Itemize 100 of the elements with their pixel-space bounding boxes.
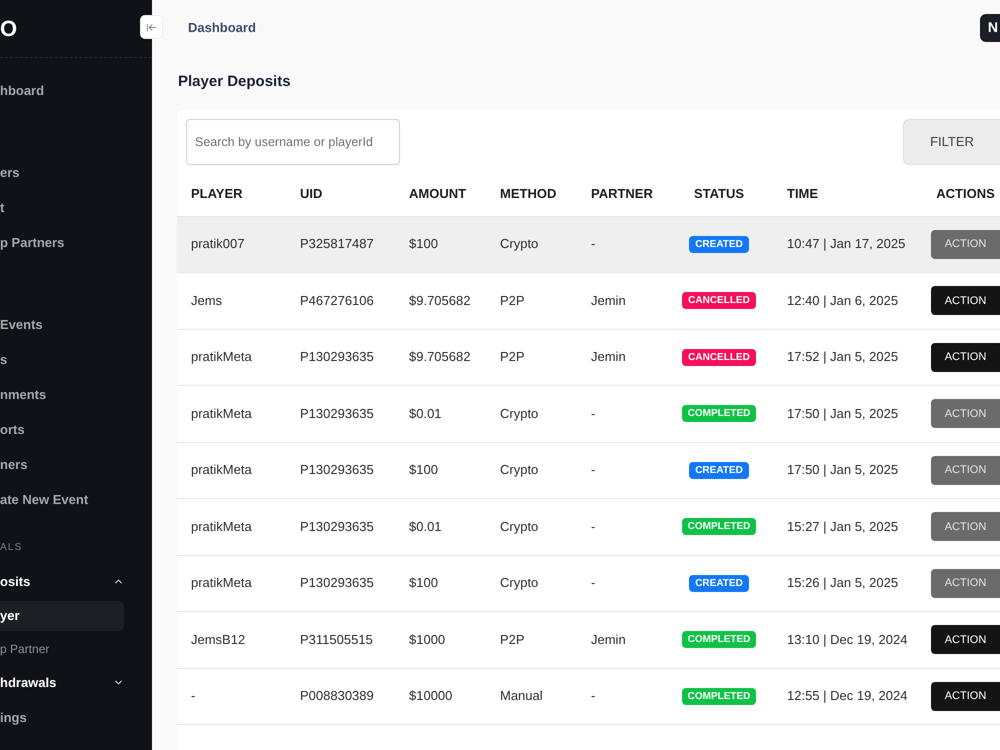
- amount-cell: $0.01: [409, 518, 442, 534]
- method-cell: Crypto: [500, 236, 538, 252]
- method-cell: Crypto: [500, 518, 538, 534]
- partner-cell: Jemin: [591, 632, 626, 647]
- method-cell: P2P: [500, 292, 525, 308]
- filter-button[interactable]: FILTER: [903, 118, 1000, 164]
- method-cell: Crypto: [500, 406, 538, 421]
- column-header: TIME: [787, 186, 818, 201]
- sidebar-link[interactable]: p Partners: [0, 225, 152, 260]
- time-cell: 17:50 | Jan 5, 2025: [787, 462, 898, 478]
- uid-cell: P467276106: [300, 292, 374, 308]
- column-header: STATUS: [694, 185, 744, 204]
- status-badge: CANCELLED: [682, 292, 756, 310]
- uid-cell: P130293635: [300, 518, 374, 534]
- method-cell: P2P: [500, 632, 525, 647]
- sidebar-subitem[interactable]: p Partner: [0, 634, 124, 664]
- action-button[interactable]: ACTION: [931, 682, 1000, 711]
- sidebar-group-label[interactable]: hdrawals: [0, 672, 56, 692]
- amount-cell: $100: [409, 575, 438, 590]
- sidebar-link[interactable]: nments: [0, 377, 152, 412]
- partner-cell: Jemin: [591, 349, 626, 364]
- breadcrumb-link[interactable]: Dashboard: [188, 18, 256, 38]
- amount-cell: $10000: [409, 688, 452, 704]
- player-cell: pratikMeta: [191, 462, 252, 478]
- time-cell: 15:27 | Jan 5, 2025: [787, 518, 898, 534]
- page-title: Player Deposits: [177, 72, 292, 92]
- uid-cell: P130293635: [300, 462, 374, 478]
- method-cell: Manual: [500, 688, 543, 704]
- uid-cell: P325817487: [300, 236, 374, 252]
- uid-cell: P130293635: [300, 575, 374, 590]
- partner-cell: -: [591, 518, 596, 534]
- column-header: PARTNER: [591, 186, 653, 201]
- sidebar-link[interactable]: ers: [0, 155, 152, 190]
- uid-cell: P311505515: [300, 632, 373, 647]
- time-cell: 13:10 | Dec 19, 2024: [787, 632, 908, 647]
- player-cell: JemsB12: [191, 632, 246, 647]
- method-cell: P2P: [500, 349, 525, 364]
- action-button[interactable]: ACTION: [931, 625, 1000, 654]
- sidebar-link[interactable]: Events: [0, 307, 152, 342]
- sidebar-section-heading: ALS: [0, 541, 23, 555]
- amount-cell: $9.705682: [409, 349, 470, 364]
- player-cell: -: [191, 688, 196, 704]
- sidebar-link[interactable]: t: [0, 190, 152, 225]
- status-badge: COMPLETED: [682, 631, 756, 648]
- player-cell: pratikMeta: [191, 518, 252, 534]
- method-cell: Crypto: [500, 575, 538, 590]
- amount-cell: $100: [409, 462, 438, 478]
- sidebar-subitem[interactable]: yer: [0, 600, 124, 630]
- status-badge: COMPLETED: [682, 405, 756, 422]
- collapse-sidebar-button[interactable]: [140, 15, 163, 39]
- header-button[interactable]: N: [980, 14, 1000, 42]
- time-cell: 17:52 | Jan 5, 2025: [787, 349, 898, 364]
- time-cell: 12:40 | Jan 6, 2025: [787, 292, 898, 308]
- partner-cell: -: [591, 688, 596, 704]
- player-cell: pratikMeta: [191, 349, 252, 364]
- player-cell: pratik007: [191, 236, 244, 252]
- partner-cell: -: [591, 406, 596, 421]
- sidebar-link[interactable]: s: [0, 342, 152, 377]
- sidebar-link[interactable]: orts: [0, 412, 152, 447]
- time-cell: 10:47 | Jan 17, 2025: [787, 236, 906, 252]
- status-badge: CREATED: [689, 462, 749, 479]
- column-header: METHOD: [500, 186, 556, 201]
- amount-cell: $1000: [409, 632, 446, 647]
- amount-cell: $100: [409, 236, 438, 252]
- player-cell: pratikMeta: [191, 575, 252, 590]
- arrow-left-icon: [146, 22, 157, 32]
- uid-cell: P008830389: [300, 688, 374, 704]
- logo-text: O: [0, 18, 18, 40]
- time-cell: 15:26 | Jan 5, 2025: [787, 575, 898, 590]
- sidebar-link[interactable]: ings: [0, 700, 152, 735]
- partner-cell: -: [591, 462, 596, 478]
- partner-cell: Jemin: [591, 292, 626, 308]
- amount-cell: $9.705682: [409, 292, 470, 308]
- player-cell: Jems: [191, 292, 222, 308]
- table-row[interactable]: - P008830389 $10000 Manual - COMPLETED 12:55 | Dec 19, 2024 ACTION: [177, 668, 1000, 725]
- status-badge: CANCELLED: [682, 348, 756, 366]
- table-row[interactable]: pratikMeta P130293635 $9.705682 P2P Jemin CANCELLED 17:52 | Jan 5, 2025 ACTION: [177, 330, 1000, 386]
- status-badge: COMPLETED: [682, 688, 756, 705]
- uid-cell: P130293635: [300, 349, 374, 364]
- search-field[interactable]: Search by username or playerId: [186, 118, 400, 164]
- sidebar-group-label[interactable]: osits: [0, 572, 30, 592]
- column-header: AMOUNT: [409, 186, 466, 201]
- column-header: ACTIONS: [936, 185, 995, 204]
- action-button[interactable]: ACTION: [931, 286, 1000, 316]
- method-cell: Crypto: [500, 462, 538, 478]
- sidebar-link[interactable]: ate New Event: [0, 482, 152, 517]
- action-button[interactable]: ACTION: [931, 342, 1000, 372]
- time-cell: 12:55 | Dec 19, 2024: [787, 688, 908, 704]
- status-badge: CREATED: [689, 236, 749, 253]
- column-header: UID: [300, 186, 322, 201]
- sidebar-link[interactable]: ners: [0, 447, 152, 482]
- sidebar-link[interactable]: hboard: [0, 73, 152, 108]
- column-header: PLAYER: [191, 186, 243, 201]
- partner-cell: -: [591, 236, 596, 252]
- player-cell: pratikMeta: [191, 406, 252, 421]
- status-badge: CREATED: [689, 574, 749, 592]
- status-badge: COMPLETED: [682, 518, 756, 536]
- partner-cell: -: [591, 575, 596, 590]
- uid-cell: P130293635: [300, 406, 374, 421]
- time-cell: 17:50 | Jan 5, 2025: [787, 406, 898, 421]
